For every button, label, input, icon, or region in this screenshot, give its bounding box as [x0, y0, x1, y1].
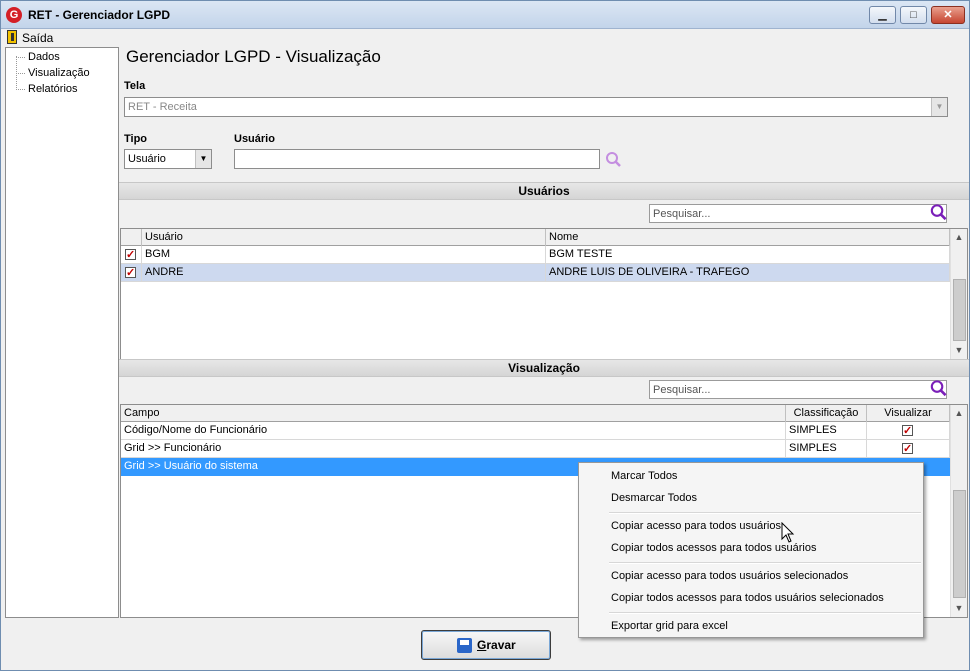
- app-window: G RET - Gerenciador LGPD ▁ □ ✕ Saída Dad…: [0, 0, 970, 671]
- floppy-disk-icon: [457, 638, 472, 653]
- usuario-input[interactable]: [234, 149, 600, 169]
- tree-item-visualizacao[interactable]: Visualização: [28, 67, 90, 79]
- users-search-input[interactable]: Pesquisar...: [649, 204, 947, 223]
- visualizar-checkbox-cell[interactable]: [867, 440, 950, 458]
- table-row[interactable]: BGM BGM TESTE: [121, 246, 950, 264]
- menu-bar: Saída: [1, 29, 969, 46]
- tree-connector: [16, 57, 25, 58]
- users-scrollbar[interactable]: ▲ ▼: [950, 229, 967, 359]
- cell-nome: ANDRE LUIS DE OLIVEIRA - TRAFEGO: [546, 264, 950, 282]
- column-header-visualizar[interactable]: Visualizar: [867, 405, 950, 422]
- users-section-header: Usuários: [119, 182, 969, 200]
- chevron-down-icon: ▼: [195, 150, 211, 168]
- checkbox-checked[interactable]: [902, 441, 913, 458]
- cell-classificacao: SIMPLES: [786, 440, 867, 458]
- menu-separator: [609, 512, 921, 514]
- cell-usuario: BGM: [142, 246, 546, 264]
- tipo-select[interactable]: Usuário ▼: [124, 149, 212, 169]
- tela-select-value: RET - Receita: [128, 101, 197, 113]
- scroll-down-arrow-icon[interactable]: ▼: [951, 342, 967, 359]
- menu-item-exportar-excel[interactable]: Exportar grid para excel: [611, 620, 728, 632]
- table-row[interactable]: Código/Nome do Funcionário SIMPLES: [121, 422, 950, 440]
- tree-connector: [16, 89, 25, 90]
- visual-search-placeholder: Pesquisar...: [653, 384, 711, 396]
- title-bar: G RET - Gerenciador LGPD ▁ □ ✕: [1, 1, 969, 29]
- scroll-thumb[interactable]: [953, 279, 966, 341]
- save-button-label: Gravar: [477, 638, 516, 652]
- tela-select[interactable]: RET - Receita ▼: [124, 97, 948, 117]
- page-title: Gerenciador LGPD - Visualização: [126, 47, 381, 66]
- scroll-down-arrow-icon[interactable]: ▼: [951, 600, 967, 617]
- checkbox-checked[interactable]: [125, 247, 136, 264]
- tree-connector: [16, 73, 25, 74]
- column-header-classificacao[interactable]: Classificação: [786, 405, 867, 422]
- usuario-label: Usuário: [234, 133, 275, 145]
- tipo-label: Tipo: [124, 133, 148, 145]
- row-checkbox-cell[interactable]: [121, 264, 142, 282]
- visual-search-input[interactable]: Pesquisar...: [649, 380, 947, 399]
- tipo-select-value: Usuário: [128, 153, 166, 165]
- column-header-nome[interactable]: Nome: [546, 229, 950, 246]
- chevron-down-icon: ▼: [931, 98, 947, 116]
- tela-label: Tela: [124, 80, 146, 92]
- close-button[interactable]: ✕: [931, 6, 965, 24]
- users-check-column-header: [121, 229, 142, 246]
- visual-grid-header: Campo Classificação Visualizar: [121, 405, 950, 422]
- menu-item-copiar-acesso-selecionados[interactable]: Copiar acesso para todos usuários seleci…: [611, 570, 848, 582]
- mouse-cursor-icon: [781, 522, 795, 543]
- users-grid[interactable]: Usuário Nome BGM BGM TESTE ANDRE ANDRE L…: [120, 228, 968, 360]
- save-button[interactable]: Gravar: [421, 630, 551, 660]
- scroll-up-arrow-icon[interactable]: ▲: [951, 229, 967, 246]
- scroll-thumb[interactable]: [953, 490, 966, 598]
- cell-usuario: ANDRE: [142, 264, 546, 282]
- save-mnemonic: G: [477, 638, 487, 652]
- visual-scrollbar[interactable]: ▲ ▼: [950, 405, 967, 617]
- cell-nome: BGM TESTE: [546, 246, 950, 264]
- scroll-up-arrow-icon[interactable]: ▲: [951, 405, 967, 422]
- save-label-rest: ravar: [486, 638, 516, 652]
- maximize-button[interactable]: □: [900, 6, 927, 24]
- menu-exit[interactable]: Saída: [22, 31, 53, 45]
- column-header-usuario[interactable]: Usuário: [142, 229, 546, 246]
- app-logo-icon: G: [6, 7, 22, 23]
- table-row-selected[interactable]: ANDRE ANDRE LUIS DE OLIVEIRA - TRAFEGO: [121, 264, 950, 282]
- users-grid-header: Usuário Nome: [121, 229, 950, 246]
- menu-item-marcar-todos[interactable]: Marcar Todos: [611, 470, 677, 482]
- column-header-campo[interactable]: Campo: [121, 405, 786, 422]
- table-row[interactable]: Grid >> Funcionário SIMPLES: [121, 440, 950, 458]
- menu-item-desmarcar-todos[interactable]: Desmarcar Todos: [611, 492, 697, 504]
- navigation-tree: Dados Visualização Relatórios: [5, 47, 119, 618]
- exit-door-icon[interactable]: [7, 30, 17, 44]
- search-icon[interactable]: [604, 151, 624, 169]
- checkbox-checked[interactable]: [902, 423, 913, 440]
- row-checkbox-cell[interactable]: [121, 246, 142, 264]
- menu-separator: [609, 612, 921, 614]
- menu-item-copiar-todos-acessos-selecionados[interactable]: Copiar todos acessos para todos usuários…: [611, 592, 884, 604]
- cell-classificacao: SIMPLES: [786, 422, 867, 440]
- search-icon[interactable]: [927, 379, 949, 398]
- visual-section-header: Visualização: [119, 359, 969, 377]
- tree-item-relatorios[interactable]: Relatórios: [28, 83, 78, 95]
- context-menu: Marcar Todos Desmarcar Todos Copiar aces…: [578, 462, 924, 638]
- menu-separator: [609, 562, 921, 564]
- search-icon[interactable]: [927, 203, 949, 222]
- tree-item-dados[interactable]: Dados: [28, 51, 60, 63]
- menu-item-copiar-acesso-todos[interactable]: Copiar acesso para todos usuários: [611, 520, 781, 532]
- cell-campo: Código/Nome do Funcionário: [121, 422, 786, 440]
- cell-campo: Grid >> Funcionário: [121, 440, 786, 458]
- minimize-button[interactable]: ▁: [869, 6, 896, 24]
- window-title: RET - Gerenciador LGPD: [28, 8, 171, 22]
- users-search-placeholder: Pesquisar...: [653, 208, 711, 220]
- visualizar-checkbox-cell[interactable]: [867, 422, 950, 440]
- checkbox-checked[interactable]: [125, 265, 136, 282]
